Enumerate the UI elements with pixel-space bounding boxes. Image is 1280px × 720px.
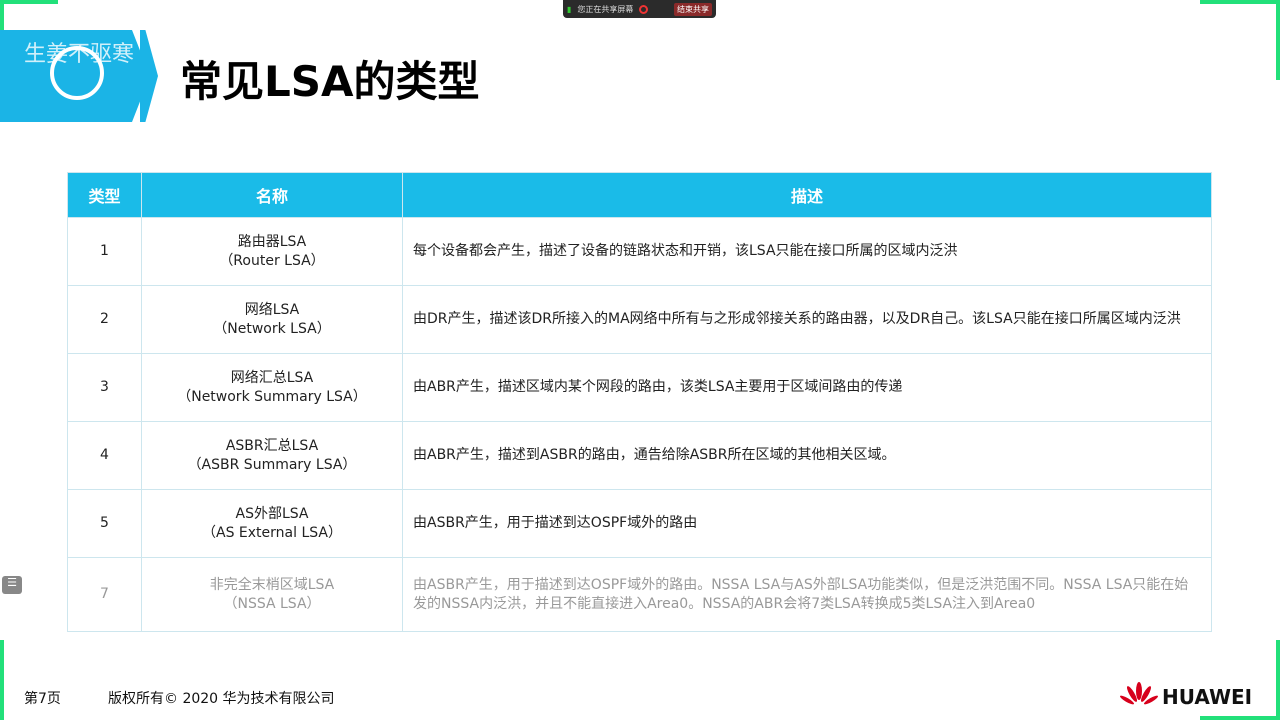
cell-desc: 由ASBR产生，用于描述到达OSPF域外的路由	[402, 489, 1212, 558]
table-row: 2 网络LSA （Network LSA） 由DR产生，描述该DR所接入的MA网络…	[67, 285, 1212, 354]
huawei-petals-icon	[1120, 682, 1158, 705]
frame-corner	[1276, 0, 1280, 80]
cell-type: 1	[67, 217, 142, 286]
header-name: 名称	[141, 172, 403, 218]
watermark: 生姜不驱寒	[24, 42, 135, 67]
cell-type: 3	[67, 353, 142, 422]
signal-icon: ▮	[567, 4, 572, 14]
lsa-name-en: （AS External LSA）	[202, 524, 342, 541]
lsa-table: 类型 名称 描述 1 路由器LSA （Router LSA） 每个设备都会产生，描…	[67, 172, 1212, 632]
cell-desc: 由DR产生，描述该DR所接入的MA网络中所有与之形成邻接关系的路由器，以及DR自…	[402, 285, 1212, 354]
page-title: 常见LSA的类型	[180, 57, 480, 106]
cell-name: 路由器LSA （Router LSA）	[141, 217, 403, 286]
header-desc: 描述	[402, 172, 1212, 218]
cell-type: 4	[67, 421, 142, 490]
cell-name: 网络LSA （Network LSA）	[141, 285, 403, 354]
menu-icon[interactable]: ☰	[2, 576, 22, 594]
lsa-name: 网络汇总LSA	[230, 369, 314, 386]
frame-corner	[1200, 0, 1280, 4]
huawei-logo: HUAWEI	[1120, 682, 1252, 712]
screen-share-bar: ▮ 您正在共享屏幕 结束共享	[563, 0, 716, 18]
share-status: 您正在共享屏幕	[577, 4, 634, 14]
table-row: 4 ASBR汇总LSA （ASBR Summary LSA） 由ABR产生，描述到…	[67, 421, 1212, 490]
frame-corner	[1200, 716, 1280, 720]
cell-type: 2	[67, 285, 142, 354]
cell-name: 非完全末梢区域LSA （NSSA LSA）	[141, 557, 403, 632]
stop-share-button[interactable]: 结束共享	[674, 2, 712, 16]
lsa-name-en: （Router LSA）	[219, 252, 325, 269]
cell-desc: 由ASBR产生，用于描述到达OSPF域外的路由。NSSA LSA与AS外部LSA…	[402, 557, 1212, 632]
cell-name: AS外部LSA （AS External LSA）	[141, 489, 403, 558]
lsa-name: ASBR汇总LSA	[225, 437, 319, 454]
frame-corner	[1276, 640, 1280, 720]
lsa-name-en: （NSSA LSA）	[223, 595, 321, 612]
brand-name: HUAWEI	[1162, 685, 1253, 709]
copyright: 版权所有© 2020 华为技术有限公司	[108, 691, 335, 707]
cell-desc: 由ABR产生，描述区域内某个网段的路由，该类LSA主要用于区域间路由的传递	[402, 353, 1212, 422]
cell-type: 7	[67, 557, 142, 632]
lsa-name-en: （Network LSA）	[213, 320, 331, 337]
cell-type: 5	[67, 489, 142, 558]
record-icon[interactable]	[639, 4, 649, 14]
lsa-name-en: （Network Summary LSA）	[177, 388, 367, 405]
cell-desc: 由ABR产生，描述到ASBR的路由，通告给除ASBR所在区域的其他相关区域。	[402, 421, 1212, 490]
cell-desc: 每个设备都会产生，描述了设备的链路状态和开销，该LSA只能在接口所属的区域内泛洪	[402, 217, 1212, 286]
lsa-name-en: （ASBR Summary LSA）	[187, 456, 357, 473]
banner-chevron	[140, 30, 158, 122]
table-row: 5 AS外部LSA （AS External LSA） 由ASBR产生，用于描述到…	[67, 489, 1212, 558]
page-number: 第7页	[24, 691, 61, 707]
frame-corner	[0, 640, 4, 720]
table-row: 3 网络汇总LSA （Network Summary LSA） 由ABR产生，描述…	[67, 353, 1212, 422]
header-type: 类型	[67, 172, 142, 218]
frame-corner	[0, 0, 58, 4]
table-row: 7 非完全末梢区域LSA （NSSA LSA） 由ASBR产生，用于描述到达OSP…	[67, 557, 1212, 632]
lsa-name: AS外部LSA	[235, 505, 309, 522]
lsa-name: 网络LSA	[244, 301, 300, 318]
lsa-name: 路由器LSA	[237, 233, 307, 250]
table-row: 1 路由器LSA （Router LSA） 每个设备都会产生，描述了设备的链路状态…	[67, 217, 1212, 286]
lsa-name: 非完全末梢区域LSA	[209, 576, 335, 593]
cell-name: 网络汇总LSA （Network Summary LSA）	[141, 353, 403, 422]
cell-name: ASBR汇总LSA （ASBR Summary LSA）	[141, 421, 403, 490]
